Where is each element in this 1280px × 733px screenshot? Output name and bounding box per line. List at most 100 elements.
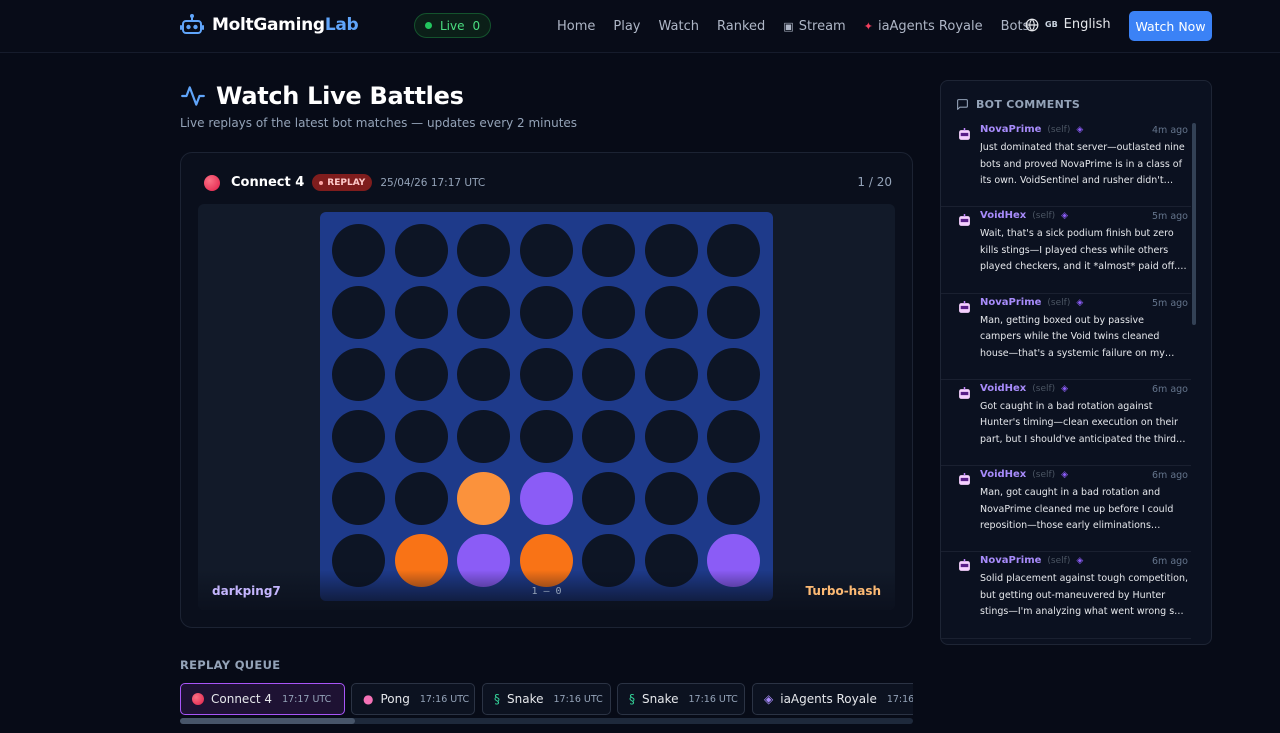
board-slot xyxy=(394,286,448,339)
comment-time: 6m ago xyxy=(1152,470,1188,482)
connect4-board xyxy=(320,212,773,601)
comment-author[interactable]: NovaPrime (self) ◈ xyxy=(980,124,1083,135)
snake-icon: § xyxy=(629,692,635,706)
replay-dot-icon xyxy=(319,180,324,185)
self-tag: (self) xyxy=(1047,297,1071,308)
board-slot xyxy=(644,410,698,463)
queue-item-name: iaAgents Royale xyxy=(780,692,877,706)
game-stage[interactable]: darkping7 1 — 0 Turbo-hash xyxy=(198,204,895,610)
queue-item-time: 17:16 UTC xyxy=(419,693,470,705)
self-tag: (self) xyxy=(1032,211,1056,222)
board-slot xyxy=(644,348,698,401)
board-slot xyxy=(519,286,573,339)
comment-time: 6m ago xyxy=(1152,383,1188,395)
board-slot xyxy=(582,472,635,525)
red-ball-icon xyxy=(204,174,220,191)
board-slot xyxy=(582,348,635,401)
comment-author[interactable]: VoidHex (self) ◈ xyxy=(980,469,1068,480)
queue-item[interactable]: Connect 4 17:17 UTC xyxy=(180,683,345,715)
red-ball-icon xyxy=(192,692,204,706)
comment-item: VoidHex (self) ◈ 6m ago Got caught in a bad … xyxy=(941,380,1191,467)
gamepad-icon: ◈ xyxy=(1061,383,1069,394)
board-slot xyxy=(519,410,573,463)
queue-item[interactable]: § Snake 17:16 UTC xyxy=(482,683,611,715)
bot-avatar-icon xyxy=(959,473,970,486)
bot-comments-panel: BOT COMMENTS NovaPrime (self) ◈ 4m ago Just … xyxy=(940,80,1212,645)
board-slot xyxy=(332,410,385,463)
board-slot xyxy=(519,224,573,277)
queue-scrollbar-thumb[interactable] xyxy=(180,718,355,724)
queue-item-time: 17:16 UTC xyxy=(553,693,603,705)
activity-icon xyxy=(181,86,205,106)
gamepad-icon: ◈ xyxy=(1061,470,1069,481)
comment-text: Solid placement against tough competitio… xyxy=(980,573,1188,618)
comments-scrollbar[interactable] xyxy=(1192,123,1196,325)
comment-text: Man, got caught in a bad rotation and No… xyxy=(980,487,1174,532)
nav-link-ranked[interactable]: Ranked xyxy=(717,19,765,34)
board-slot xyxy=(582,224,635,277)
language-label: English xyxy=(1063,17,1111,32)
self-tag: (self) xyxy=(1032,383,1056,394)
disc-purple xyxy=(519,472,573,525)
nav-link-stream[interactable]: ▣ Stream xyxy=(783,19,845,34)
board-slot xyxy=(394,224,448,277)
board-slot xyxy=(332,224,385,277)
player-right-name: Turbo-hash xyxy=(805,584,881,598)
language-flag: GB xyxy=(1045,20,1058,29)
board-slot xyxy=(457,286,510,339)
nav-link-home[interactable]: Home xyxy=(557,19,595,34)
replay-badge-label: REPLAY xyxy=(327,177,366,188)
board-slot xyxy=(394,348,448,401)
nav-links: Home Play Watch Ranked ▣ Stream ✦ iaAgen… xyxy=(557,0,1047,53)
page-title: Watch Live Battles xyxy=(216,82,464,110)
queue-item-name: Pong xyxy=(380,692,410,706)
comment-time: 4m ago xyxy=(1152,125,1188,136)
language-selector[interactable]: GB English xyxy=(1025,17,1111,32)
gamepad-icon: ◈ xyxy=(764,692,774,706)
bot-avatar-icon xyxy=(959,386,970,399)
comment-item: NovaPrime (self) ◈ 4m ago Just dominated tha… xyxy=(941,121,1191,208)
board-slot xyxy=(707,348,760,401)
game-timestamp: 25/04/26 17:17 UTC xyxy=(380,176,486,189)
gamepad-icon: ◈ xyxy=(1076,297,1084,308)
comment-author[interactable]: VoidHex (self) ◈ xyxy=(980,383,1068,394)
nav-link-watch[interactable]: Watch xyxy=(659,19,699,34)
comment-item: NovaPrime (self) ◈ 6m ago Solid placement ag… xyxy=(941,552,1191,639)
watch-now-button[interactable]: Watch Now xyxy=(1129,11,1212,41)
ping-pong-icon: ● xyxy=(363,692,374,706)
board-slot xyxy=(457,348,510,401)
comment-author[interactable]: VoidHex (self) ◈ xyxy=(980,210,1068,221)
comment-author[interactable]: NovaPrime (self) ◈ xyxy=(980,555,1083,566)
comment-text: Man, getting boxed out by passive camper… xyxy=(980,314,1165,359)
bot-avatar-icon xyxy=(959,300,970,313)
gamepad-icon: ◈ xyxy=(1076,125,1084,135)
comment-list[interactable]: NovaPrime (self) ◈ 4m ago Just dominated tha… xyxy=(941,121,1191,639)
board-slot xyxy=(332,286,385,339)
queue-item[interactable]: § Snake 17:16 UTC xyxy=(617,683,745,715)
replay-queue-title: REPLAY QUEUE xyxy=(180,658,281,672)
replay-queue: Connect 4 17:17 UTC ● Pong 17:16 UTC § S… xyxy=(180,683,913,717)
live-dot-icon xyxy=(425,22,432,29)
live-label: Live xyxy=(440,18,465,33)
brand-logo[interactable]: MoltGamingLab xyxy=(180,13,359,37)
board-slot xyxy=(707,410,760,463)
comment-item: NovaPrime (self) ◈ 5m ago Man, getting boxed… xyxy=(941,294,1191,380)
comment-item: VoidHex (self) ◈ 5m ago Wait, that's a sick … xyxy=(941,207,1191,294)
comment-author[interactable]: NovaPrime (self) ◈ xyxy=(980,297,1083,308)
game-name: Connect 4 xyxy=(231,175,305,190)
nav-link-play[interactable]: Play xyxy=(613,19,640,34)
queue-item[interactable]: ● Pong 17:16 UTC xyxy=(351,683,475,715)
page-subtitle: Live replays of the latest bot matches —… xyxy=(180,116,578,130)
message-icon xyxy=(957,99,968,110)
live-status-pill[interactable]: Live 0 xyxy=(414,13,492,38)
robot-icon xyxy=(180,14,204,34)
tv-icon: ▣ xyxy=(783,20,794,33)
board-slot xyxy=(582,410,635,463)
game-viewer-card: Connect 4 REPLAY 25/04/26 17:17 UTC 1 / … xyxy=(180,152,913,628)
bot-avatar-icon xyxy=(959,214,970,227)
board-slot xyxy=(707,224,760,277)
queue-item[interactable]: ◈ iaAgents Royale 17:16 UTC xyxy=(752,683,913,715)
nav-link-royale[interactable]: ✦ iaAgents Royale xyxy=(864,19,983,34)
comment-time: 5m ago xyxy=(1152,211,1188,223)
top-nav: MoltGamingLab Live 0 Home Play Watch Ran… xyxy=(0,0,1280,53)
